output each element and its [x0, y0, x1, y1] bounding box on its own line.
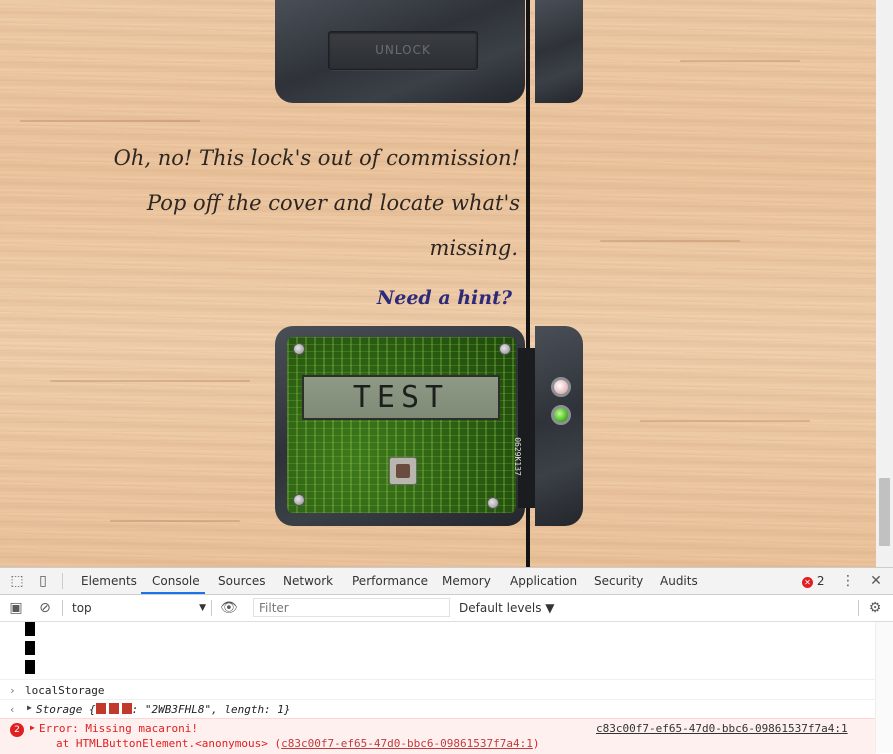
wood-grain	[110, 520, 240, 522]
storage-value: : "2WB3FHL8", length: 1}	[131, 703, 291, 716]
active-tab-indicator	[141, 592, 205, 594]
green-led-indicator	[551, 405, 571, 425]
error-count-badge: 2	[10, 723, 24, 737]
story-text-line: missing.	[429, 236, 518, 260]
tab-performance[interactable]: Performance	[352, 568, 428, 594]
expand-triangle-icon[interactable]: ▶	[30, 723, 35, 732]
tab-elements[interactable]: Elements	[81, 568, 137, 594]
tab-memory[interactable]: Memory	[442, 568, 491, 594]
page-scroll-thumb[interactable]	[879, 478, 890, 546]
console-output: › localStorage ‹ ▶ Storage { : "2WB3FHL8"…	[0, 622, 893, 754]
error-stack-line: at HTMLButtonElement.<anonymous> (c83c00…	[56, 737, 539, 750]
tab-console[interactable]: Console	[152, 568, 200, 594]
eye-icon[interactable]: 👁	[220, 600, 238, 616]
circuit-board	[287, 337, 516, 513]
board-serial-label: 0629K137	[512, 437, 522, 476]
toolbar-separator	[211, 600, 212, 616]
device-toolbar-icon[interactable]: ▯	[35, 573, 51, 589]
hint-link[interactable]: Need a hint?	[300, 287, 512, 309]
unlock-button[interactable]: UNLOCK	[328, 31, 478, 70]
console-error-row: 2 ▶ Error: Missing macaroni! c83c00f7-ef…	[0, 718, 876, 754]
page-viewport: UNLOCK Oh, no! This lock's out of commis…	[0, 0, 893, 567]
lock-side-panel	[535, 326, 583, 526]
red-led-indicator	[551, 377, 571, 397]
gear-icon[interactable]: ⚙	[867, 600, 883, 616]
story-text-line: Oh, no! This lock's out of commission!	[113, 146, 520, 170]
toolbar-separator	[62, 600, 63, 616]
wood-grain	[640, 420, 810, 422]
error-message: Error: Missing macaroni!	[39, 722, 198, 735]
clear-console-icon[interactable]: ⊘	[37, 600, 53, 616]
wood-grain	[50, 380, 250, 382]
error-stack-link[interactable]: c83c00f7-ef65-47d0-bbc6-09861537f7a4:1	[281, 737, 533, 750]
toolbar-separator	[858, 600, 859, 616]
page-scrollbar[interactable]	[876, 0, 893, 567]
screw-icon	[293, 343, 305, 355]
story-text-line: Pop off the cover and locate what's	[146, 191, 520, 215]
storage-key-glyphs	[95, 703, 132, 714]
error-stack-text: at HTMLButtonElement.<anonymous> (	[56, 737, 282, 750]
log-levels-dropdown[interactable]: Default levels ▼	[459, 598, 555, 618]
more-options-icon[interactable]: ⋮	[840, 573, 856, 589]
inspect-element-icon[interactable]: ⬚	[9, 573, 25, 589]
tab-audits[interactable]: Audits	[660, 568, 698, 594]
screw-icon	[487, 497, 499, 509]
console-block-glyph	[25, 641, 35, 655]
lcd-display: TEST	[302, 375, 500, 420]
storage-prefix: Storage {	[36, 703, 96, 716]
tab-security[interactable]: Security	[594, 568, 643, 594]
chevron-down-icon: ▼	[199, 603, 206, 613]
close-icon[interactable]: ✕	[868, 573, 884, 589]
expand-triangle-icon[interactable]: ▶	[27, 703, 32, 712]
console-input-row: › localStorage	[0, 679, 876, 700]
tab-sources[interactable]: Sources	[218, 568, 265, 594]
context-value: top	[72, 601, 92, 615]
error-stack-close: )	[532, 737, 540, 750]
result-arrow-icon: ‹	[9, 703, 16, 716]
board-push-button[interactable]	[389, 457, 417, 485]
tab-network[interactable]: Network	[283, 568, 333, 594]
error-x-icon: ✕	[802, 577, 813, 588]
console-command: localStorage	[25, 684, 105, 697]
console-toolbar: ▣ ⊘ top ▼ 👁 Filter Default levels ▼ ⚙	[0, 595, 893, 622]
console-block-glyph	[25, 622, 35, 636]
tab-application[interactable]: Application	[510, 568, 577, 594]
screw-icon	[499, 343, 511, 355]
sidebar-toggle-icon[interactable]: ▣	[8, 600, 24, 616]
context-selector[interactable]: top ▼	[68, 598, 210, 618]
error-source-link[interactable]: c83c00f7-ef65-47d0-bbc6-09861537f7a4:1	[596, 722, 848, 735]
toolbar-separator	[62, 573, 63, 589]
devtools-tabbar: ⬚ ▯ Elements Console Sources Network Per…	[0, 568, 893, 595]
error-count: 2	[816, 574, 825, 588]
wood-grain	[20, 120, 200, 122]
error-counter[interactable]: ✕ 2	[802, 574, 824, 588]
storage-result: Storage { : "2WB3FHL8", length: 1}	[36, 703, 291, 716]
input-chevron-icon: ›	[9, 684, 16, 697]
console-block-glyph	[25, 660, 35, 674]
lock-hinge	[518, 348, 535, 508]
wood-grain	[680, 60, 800, 62]
lock-top-side-panel	[535, 0, 583, 103]
console-result-row[interactable]: ‹ ▶ Storage { : "2WB3FHL8", length: 1}	[0, 699, 876, 719]
wood-grain	[600, 240, 740, 242]
filter-input[interactable]: Filter	[253, 598, 450, 617]
console-scrollbar[interactable]	[875, 622, 893, 753]
devtools-panel: ⬚ ▯ Elements Console Sources Network Per…	[0, 567, 893, 754]
screw-icon	[293, 494, 305, 506]
